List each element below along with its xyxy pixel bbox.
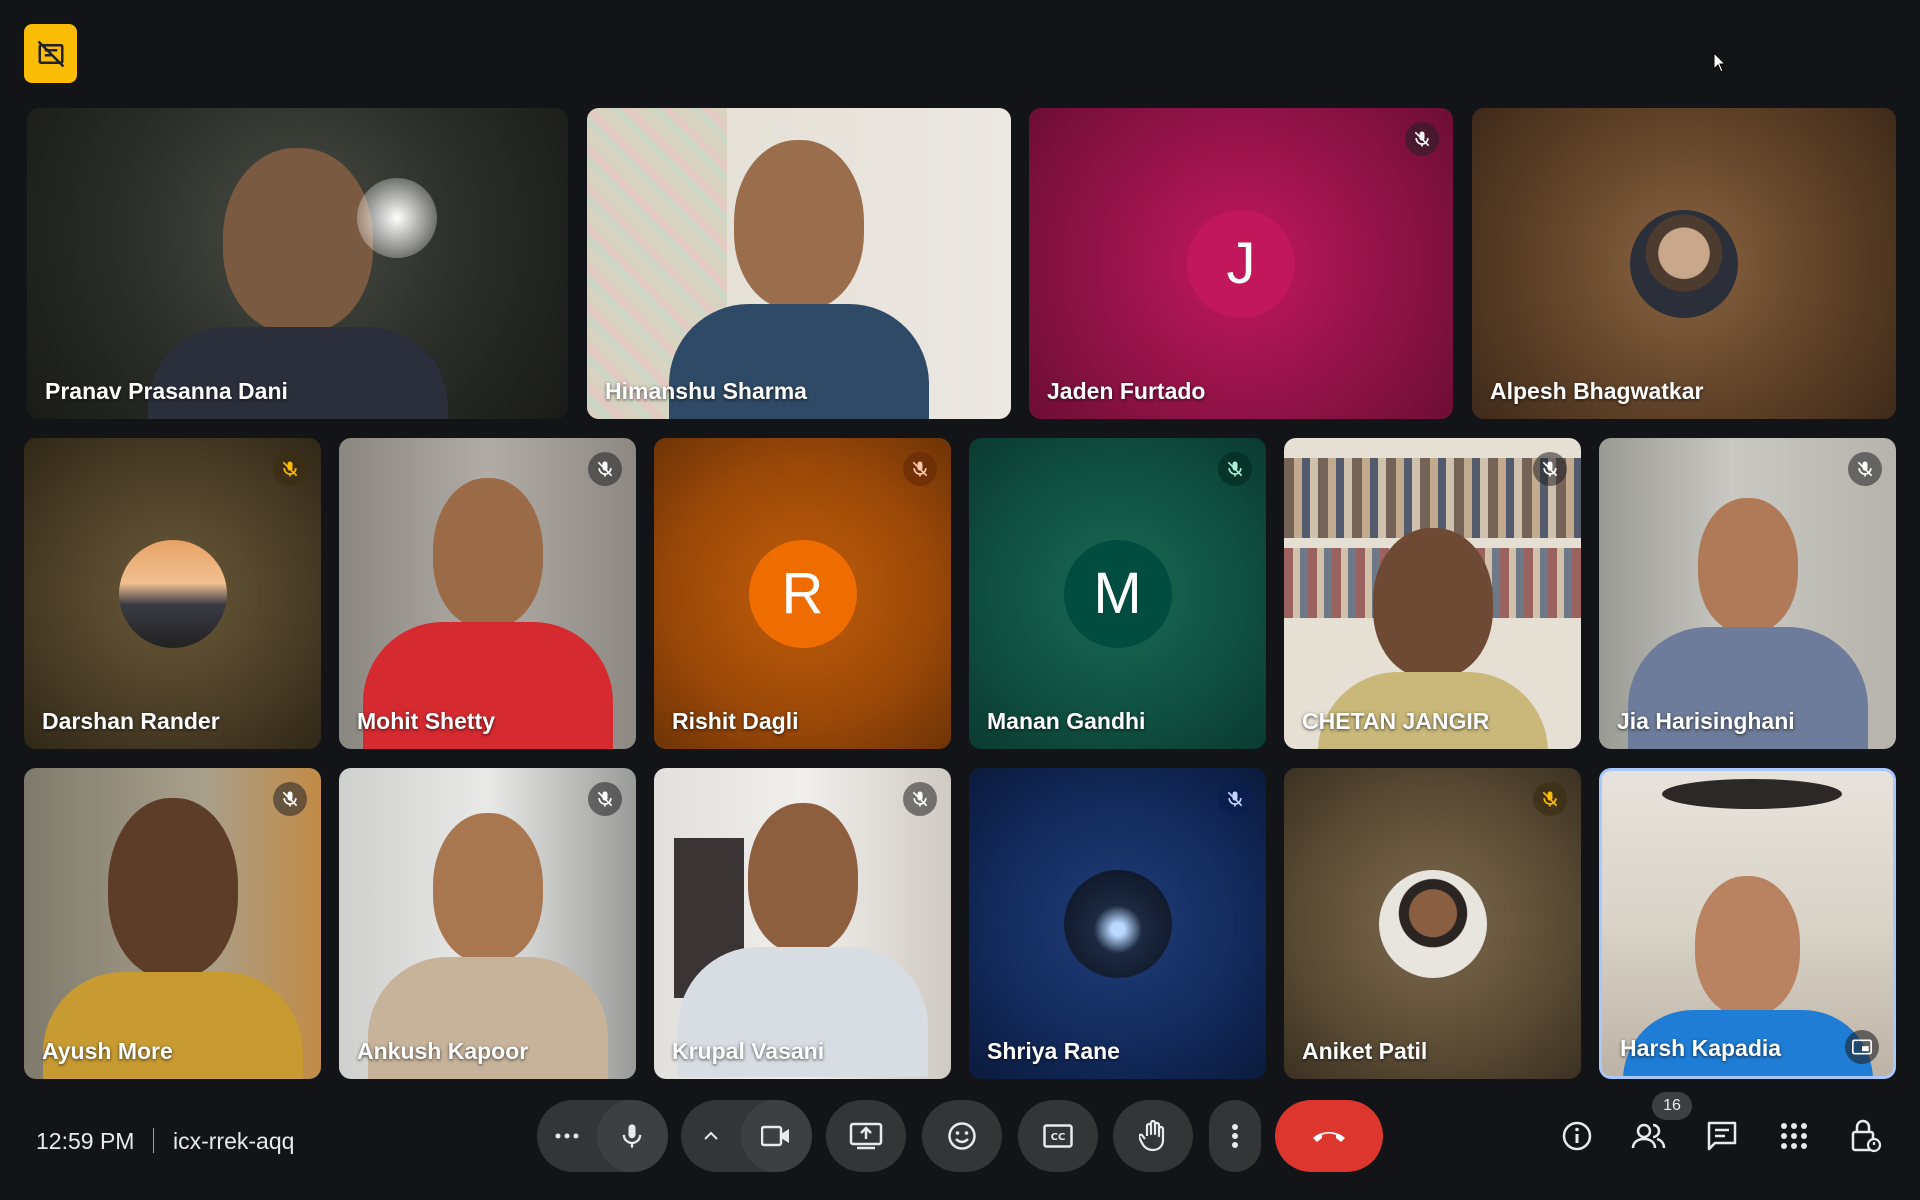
participant-tile[interactable]: Ayush More	[24, 768, 321, 1079]
participant-name: Rishit Dagli	[672, 708, 799, 734]
light-glare	[357, 178, 437, 258]
participant-tile[interactable]: Mohit Shetty	[339, 438, 636, 749]
participant-tile[interactable]: R Rishit Dagli	[654, 438, 951, 749]
host-controls-button[interactable]	[1844, 1114, 1888, 1158]
leave-call-button[interactable]	[1275, 1100, 1383, 1172]
microphone-button[interactable]	[596, 1100, 668, 1172]
camera-icon	[761, 1125, 790, 1147]
participant-tile[interactable]: Jia Harisinghani	[1599, 438, 1896, 749]
captions-button[interactable]: CC	[1018, 1100, 1098, 1172]
participant-name: Harsh Kapadia	[1620, 1035, 1782, 1061]
participant-tile[interactable]: Ankush Kapoor	[339, 768, 636, 1079]
avatar: R	[748, 539, 857, 648]
participant-name: Ayush More	[42, 1038, 173, 1064]
meeting-details-button[interactable]	[1555, 1114, 1599, 1158]
mic-off-icon	[1848, 452, 1882, 486]
avatar	[1630, 209, 1738, 318]
mouse-cursor-icon	[1713, 52, 1727, 73]
participant-tile[interactable]: Darshan Rander	[24, 438, 321, 749]
divider	[153, 1128, 154, 1153]
avatar	[118, 539, 227, 648]
participant-tile[interactable]: M Manan Gandhi	[969, 438, 1266, 749]
avatar: M	[1063, 539, 1172, 648]
participant-count-badge: 16	[1652, 1092, 1692, 1120]
no-video-badge[interactable]	[24, 24, 77, 83]
participant-name: CHETAN JANGIR	[1302, 708, 1490, 734]
participant-tile[interactable]: CHETAN JANGIR	[1284, 438, 1581, 749]
participant-name: Manan Gandhi	[987, 708, 1146, 734]
svg-text:CC: CC	[1051, 1132, 1066, 1143]
video-off-icon	[37, 40, 64, 67]
mic-off-icon	[903, 452, 937, 486]
meeting-time: 12:59 PM	[36, 1128, 135, 1154]
present-button[interactable]	[826, 1100, 906, 1172]
mic-control-group	[537, 1100, 668, 1172]
mic-off-icon	[1533, 782, 1567, 816]
avatar	[1378, 869, 1487, 978]
info-icon	[1562, 1121, 1592, 1151]
participant-name: Darshan Rander	[42, 708, 220, 734]
participant-name: Alpesh Bhagwatkar	[1490, 378, 1704, 404]
captions-icon: CC	[1043, 1124, 1073, 1148]
participant-name: Mohit Shetty	[357, 708, 495, 734]
video-feed	[677, 803, 928, 1077]
video-feed	[42, 798, 303, 1079]
meeting-code[interactable]: icx-rrek-aqq	[173, 1128, 294, 1155]
raise-hand-button[interactable]	[1113, 1100, 1193, 1172]
participant-tile[interactable]: Krupal Vasani	[654, 768, 951, 1079]
mic-icon	[622, 1124, 642, 1148]
activities-button[interactable]	[1772, 1114, 1816, 1158]
participant-name: Krupal Vasani	[672, 1038, 825, 1064]
more-vert-icon	[1232, 1124, 1238, 1148]
participant-tile[interactable]: Alpesh Bhagwatkar	[1472, 108, 1896, 419]
people-button[interactable]	[1627, 1114, 1671, 1158]
camera-control-group	[681, 1100, 812, 1172]
participant-tile[interactable]: Himanshu Sharma	[587, 108, 1011, 419]
participant-name: Pranav Prasanna Dani	[45, 378, 288, 404]
participant-name: Shriya Rane	[987, 1038, 1120, 1064]
participant-name: Aniket Patil	[1302, 1038, 1428, 1064]
mic-off-icon	[1218, 452, 1252, 486]
audio-options-button[interactable]	[537, 1100, 597, 1172]
chevron-up-icon	[704, 1131, 718, 1140]
people-icon	[1631, 1123, 1666, 1149]
participant-name: Himanshu Sharma	[605, 378, 807, 404]
more-horiz-icon	[555, 1133, 579, 1139]
meeting-toolbar: 12:59 PM icx-rrek-aqq CC	[0, 1100, 1920, 1180]
video-options-button[interactable]	[681, 1100, 741, 1172]
participant-name: Jia Harisinghani	[1617, 708, 1795, 734]
reactions-button[interactable]	[922, 1100, 1002, 1172]
camera-button[interactable]	[740, 1100, 812, 1172]
mic-off-icon	[588, 782, 622, 816]
participant-tile[interactable]: J Jaden Furtado	[1029, 108, 1453, 419]
mic-off-icon	[1218, 782, 1252, 816]
mic-off-icon	[903, 782, 937, 816]
mic-off-icon	[588, 452, 622, 486]
activities-icon	[1781, 1123, 1807, 1149]
mic-off-icon	[273, 782, 307, 816]
avatar: J	[1187, 209, 1295, 318]
pip-icon[interactable]	[1845, 1030, 1879, 1064]
mic-off-icon	[1533, 452, 1567, 486]
chat-icon	[1707, 1121, 1737, 1151]
participant-name: Jaden Furtado	[1047, 378, 1206, 404]
mic-off-icon	[273, 452, 307, 486]
emoji-icon	[948, 1122, 976, 1150]
host-controls-icon	[1851, 1119, 1882, 1153]
end-call-icon	[1313, 1132, 1345, 1142]
participant-tile[interactable]: Pranav Prasanna Dani	[27, 108, 568, 419]
participant-name: Ankush Kapoor	[357, 1038, 529, 1064]
more-options-button[interactable]	[1209, 1100, 1261, 1172]
participant-tile[interactable]: Aniket Patil	[1284, 768, 1581, 1079]
present-icon	[849, 1122, 883, 1150]
avatar	[1063, 869, 1172, 978]
raise-hand-icon	[1139, 1120, 1165, 1152]
chat-button[interactable]	[1700, 1114, 1744, 1158]
participant-tile-active[interactable]: Harsh Kapadia	[1599, 768, 1896, 1079]
ceiling-fan	[1662, 779, 1842, 809]
participant-tile[interactable]: Shriya Rane	[969, 768, 1266, 1079]
mic-off-icon	[1405, 122, 1439, 156]
